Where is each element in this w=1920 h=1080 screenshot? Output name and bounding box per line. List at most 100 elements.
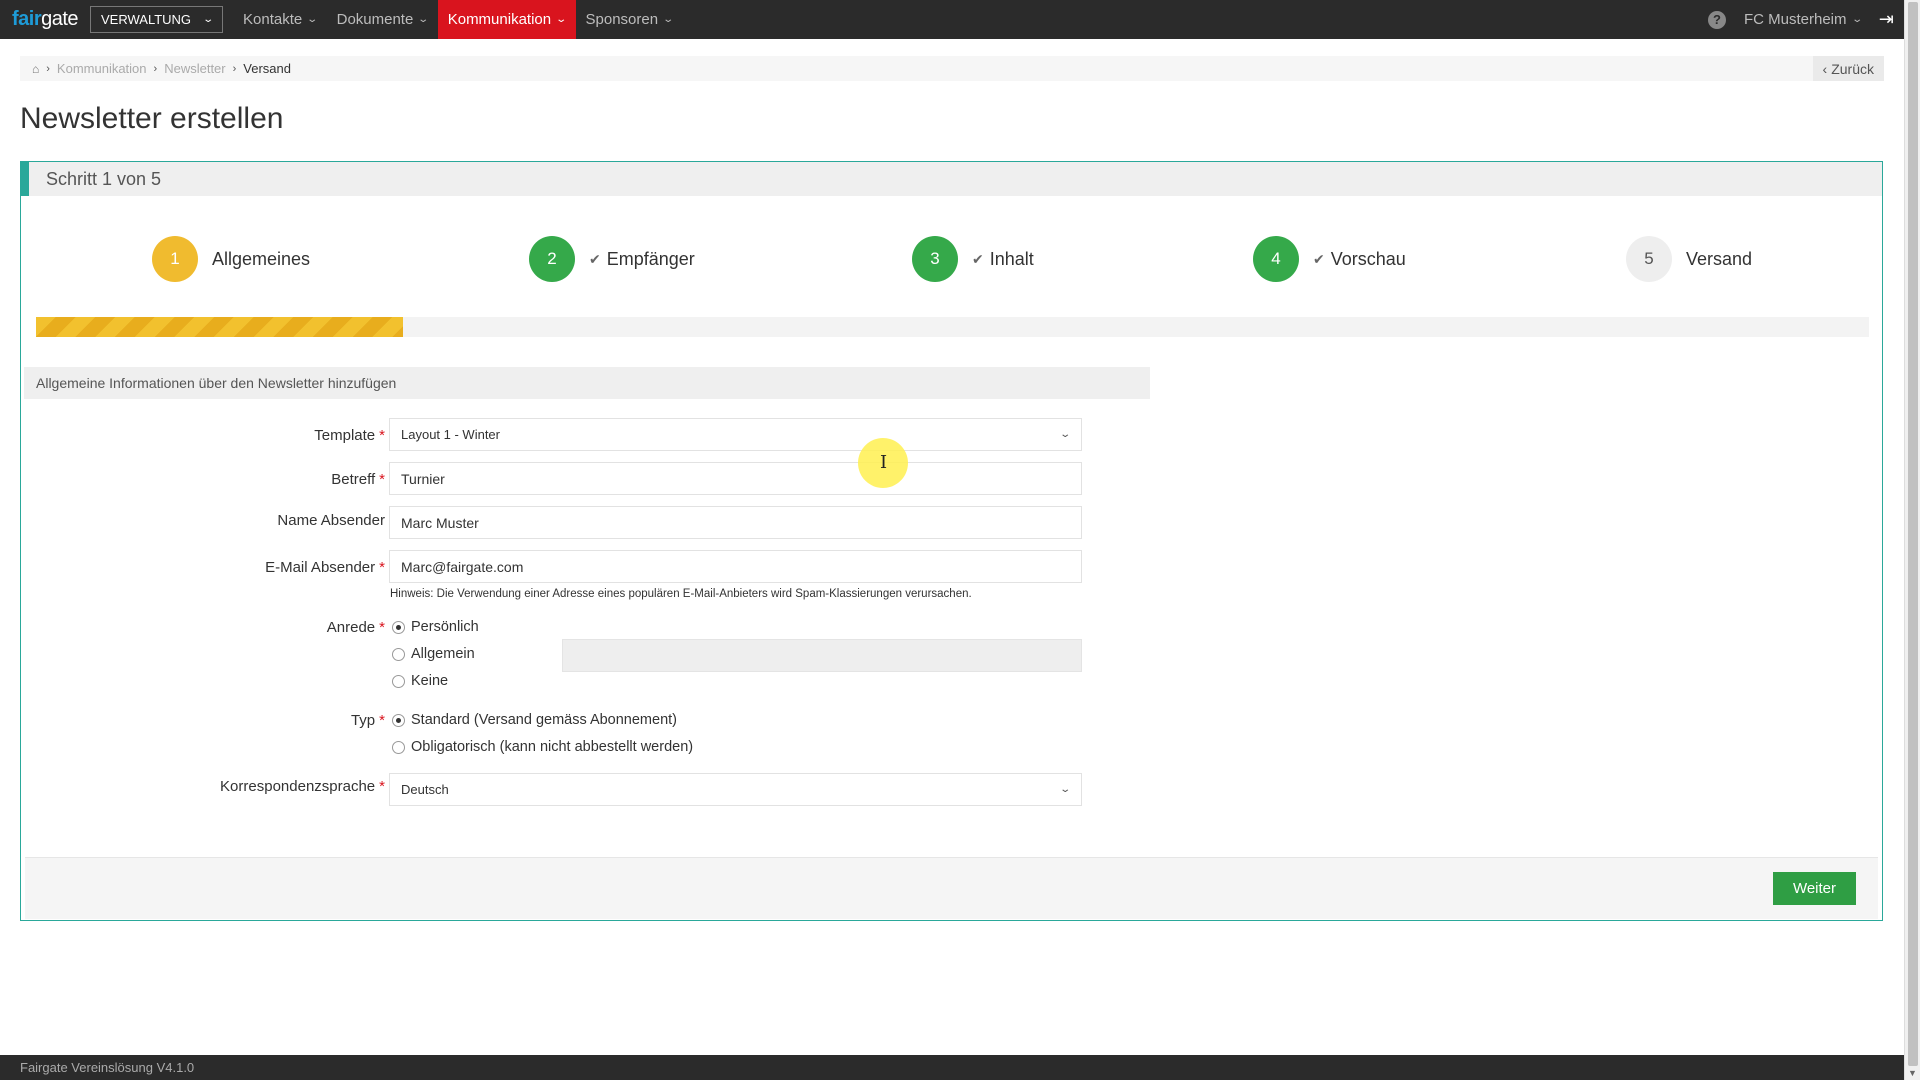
typ-option-label: Standard (Versand gemäss Abonnement) bbox=[411, 712, 677, 728]
text-cursor-icon: I bbox=[880, 452, 888, 473]
typ-label-text: Typ bbox=[350, 712, 376, 729]
typ-option-obligatorisch[interactable]: Obligatorisch (kann nicht abbestellt wer… bbox=[392, 739, 693, 755]
chevron-down-icon: ⌄ bbox=[306, 14, 319, 25]
email-absender-input[interactable]: Marc@fairgate.com bbox=[389, 550, 1082, 583]
chevron-down-icon: ⌄ bbox=[662, 14, 675, 25]
step-1-text: Allgemeines bbox=[212, 248, 311, 269]
step-4-circle: 4 bbox=[1253, 236, 1299, 282]
radio-checked-icon bbox=[392, 620, 405, 634]
required-marker: * bbox=[379, 471, 385, 488]
breadcrumb-separator-icon: › bbox=[46, 62, 50, 75]
anrede-option-persoenlich[interactable]: Persönlich bbox=[392, 619, 479, 635]
breadcrumb-newsletter[interactable]: Newsletter bbox=[164, 61, 225, 76]
vertical-scrollbar[interactable]: ▼ bbox=[1904, 0, 1920, 1080]
step-5-text: Versand bbox=[1686, 248, 1753, 269]
required-marker: * bbox=[379, 427, 385, 444]
step-1-circle: 1 bbox=[152, 236, 198, 282]
breadcrumb-versand: Versand bbox=[243, 61, 291, 76]
nav-kommunikation[interactable]: Kommunikation ⌄ bbox=[437, 0, 576, 39]
typ-option-label: Obligatorisch (kann nicht abbestellt wer… bbox=[411, 739, 694, 755]
step-5-label: Versand bbox=[1686, 249, 1752, 270]
weiter-button[interactable]: Weiter bbox=[1773, 872, 1856, 905]
check-icon: ✔ bbox=[1313, 250, 1325, 267]
section-title: Allgemeine Informationen über den Newsle… bbox=[24, 367, 1150, 399]
back-button[interactable]: ‹ Zurück bbox=[1812, 56, 1884, 81]
template-label-text: Template bbox=[314, 427, 376, 444]
step-1[interactable]: 1 Allgemeines bbox=[152, 236, 310, 282]
chevron-down-icon: ⌄ bbox=[201, 14, 214, 25]
step-4-label: ✔ Vorschau bbox=[1313, 249, 1406, 270]
topbar-right: ? FC Musterheim ⌄ ⇥ bbox=[1707, 9, 1904, 30]
chevron-left-icon: ‹ bbox=[1822, 60, 1828, 77]
step-4-text: Vorschau bbox=[1330, 248, 1406, 269]
step-2[interactable]: 2 ✔ Empfänger bbox=[529, 236, 695, 282]
name-absender-value: Marc Muster bbox=[401, 514, 479, 531]
step-2-label: ✔ Empfänger bbox=[589, 249, 695, 270]
chevron-down-icon: ⌄ bbox=[555, 14, 568, 25]
nav-kontakte[interactable]: Kontakte ⌄ bbox=[233, 0, 327, 39]
step-4[interactable]: 4 ✔ Vorschau bbox=[1253, 236, 1406, 282]
anrede-option-allgemein[interactable]: Allgemein bbox=[392, 646, 475, 662]
anrede-option-label: Persönlich bbox=[411, 619, 479, 635]
scrollbar-thumb[interactable] bbox=[1908, 2, 1918, 1066]
question-circle-icon[interactable]: ? bbox=[1707, 10, 1726, 29]
radio-checked-icon bbox=[392, 713, 405, 727]
sprache-select[interactable]: Deutsch ⌄ bbox=[389, 773, 1082, 806]
fairgate-logo[interactable]: fairgate bbox=[0, 8, 90, 31]
betreff-input[interactable]: Turnier bbox=[389, 462, 1082, 495]
betreff-label-text: Betreff bbox=[331, 471, 376, 488]
anrede-option-keine[interactable]: Keine bbox=[392, 673, 448, 689]
sprache-label: Korrespondenzsprache * bbox=[220, 778, 385, 795]
check-icon: ✔ bbox=[589, 250, 601, 267]
nav-dokumente-label: Dokumente bbox=[336, 11, 414, 28]
step-5[interactable]: 5 Versand bbox=[1626, 236, 1752, 282]
breadcrumb-separator-icon: › bbox=[153, 62, 158, 75]
step-3-text: Inhalt bbox=[989, 248, 1034, 269]
wizard-footer: Weiter bbox=[25, 857, 1878, 919]
anrede-option-label: Allgemein bbox=[411, 646, 475, 662]
chevron-down-icon: ⌄ bbox=[1850, 14, 1863, 25]
breadcrumb-separator-icon: › bbox=[232, 62, 237, 75]
step-3-label: ✔ Inhalt bbox=[972, 249, 1034, 270]
sign-out-icon[interactable]: ⇥ bbox=[1879, 9, 1894, 30]
betreff-label: Betreff * bbox=[331, 471, 385, 488]
template-select[interactable]: Layout 1 - Winter ⌄ bbox=[389, 418, 1082, 451]
sprache-label-text: Korrespondenzsprache bbox=[220, 778, 376, 795]
scroll-down-icon[interactable]: ▼ bbox=[1908, 1068, 1917, 1078]
radio-unchecked-icon bbox=[392, 740, 405, 754]
name-absender-input[interactable]: Marc Muster bbox=[389, 506, 1082, 539]
anrede-label-text: Anrede bbox=[326, 619, 376, 636]
required-marker: * bbox=[379, 619, 385, 636]
nav-sponsoren[interactable]: Sponsoren ⌄ bbox=[576, 0, 683, 39]
required-marker: * bbox=[379, 559, 385, 576]
wizard-progress-bar bbox=[36, 317, 1869, 337]
template-value: Layout 1 - Winter bbox=[401, 427, 500, 442]
club-menu[interactable]: FC Musterheim ⌄ bbox=[1743, 11, 1863, 28]
step-2-text: Empfänger bbox=[606, 248, 695, 269]
wizard-steps: 1 Allgemeines 2 ✔ Empfänger 3 ✔ Inhalt 4 ✔… bbox=[21, 236, 1882, 282]
club-name: FC Musterheim bbox=[1743, 11, 1847, 28]
breadcrumb: ⌂ › Kommunikation › Newsletter › Versand… bbox=[20, 56, 1884, 81]
logo-gate-text: gate bbox=[41, 8, 79, 30]
app-footer: Fairgate Vereinslösung V4.1.0 bbox=[0, 1055, 1904, 1080]
nav-dokumente[interactable]: Dokumente ⌄ bbox=[327, 0, 438, 39]
module-select-label: VERWALTUNG bbox=[101, 12, 192, 27]
radio-unchecked-icon bbox=[392, 674, 405, 688]
email-absender-value: Marc@fairgate.com bbox=[401, 558, 524, 575]
breadcrumb-kommunikation[interactable]: Kommunikation bbox=[57, 61, 147, 76]
step-header: Schritt 1 von 5 bbox=[21, 162, 1882, 196]
step-5-circle: 5 bbox=[1626, 236, 1672, 282]
name-absender-label: Name Absender bbox=[277, 512, 385, 529]
anrede-option-label: Keine bbox=[411, 673, 449, 689]
home-icon[interactable]: ⌂ bbox=[32, 62, 39, 76]
page-title: Newsletter erstellen bbox=[20, 102, 284, 135]
step-1-label: Allgemeines bbox=[212, 249, 310, 270]
module-select[interactable]: VERWALTUNG ⌄ bbox=[90, 6, 223, 33]
email-absender-label: E-Mail Absender * bbox=[265, 559, 385, 576]
step-3[interactable]: 3 ✔ Inhalt bbox=[912, 236, 1034, 282]
wizard-panel: Schritt 1 von 5 1 Allgemeines 2 ✔ Empfäng… bbox=[20, 161, 1883, 921]
betreff-value: Turnier bbox=[401, 470, 445, 487]
nav-kommunikation-label: Kommunikation bbox=[447, 11, 552, 28]
top-navigation: fairgate VERWALTUNG ⌄ Kontakte ⌄ Dokument… bbox=[0, 0, 1904, 39]
typ-option-standard[interactable]: Standard (Versand gemäss Abonnement) bbox=[392, 712, 677, 728]
